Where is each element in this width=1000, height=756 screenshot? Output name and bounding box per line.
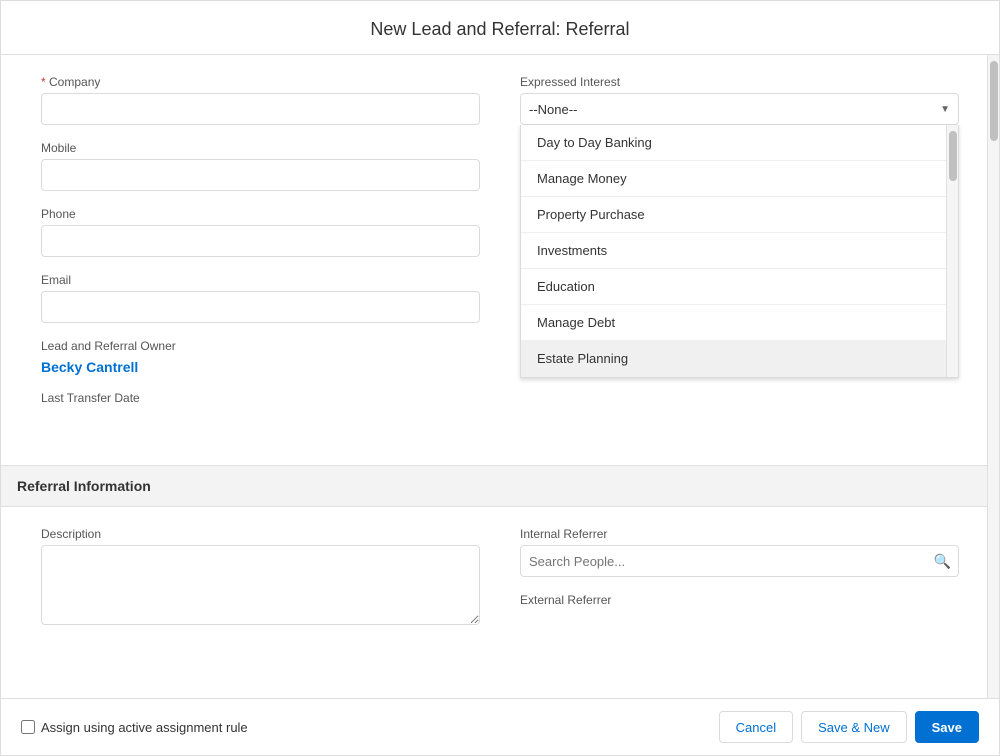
modal-scrollbar-track[interactable]: [987, 55, 999, 698]
dropdown-item-manage-debt[interactable]: Manage Debt: [521, 305, 958, 341]
modal-body: Company Mobile Phone Email Lead and Refe: [1, 55, 999, 698]
dropdown-list: Day to Day Banking Manage Money Property…: [520, 125, 959, 378]
dropdown-item-investments[interactable]: Investments: [521, 233, 958, 269]
modal-footer: Assign using active assignment rule Canc…: [1, 698, 999, 755]
dropdown-scrollbar-thumb[interactable]: [949, 131, 957, 181]
company-label: Company: [41, 75, 480, 89]
dropdown-item-estate-planning[interactable]: Estate Planning: [521, 341, 958, 377]
internal-referrer-input[interactable]: [520, 545, 959, 577]
dropdown-item-education[interactable]: Education: [521, 269, 958, 305]
modal-header: New Lead and Referral: Referral: [1, 1, 999, 55]
transfer-date-group: Last Transfer Date: [41, 391, 480, 429]
dropdown-item-property-purchase[interactable]: Property Purchase: [521, 197, 958, 233]
email-label: Email: [41, 273, 480, 287]
owner-label: Lead and Referral Owner: [41, 339, 480, 353]
phone-label: Phone: [41, 207, 480, 221]
modal-container: New Lead and Referral: Referral Company …: [0, 0, 1000, 756]
dropdown-list-inner: Day to Day Banking Manage Money Property…: [521, 125, 958, 377]
expressed-interest-label: Expressed Interest: [520, 75, 959, 89]
internal-referrer-label: Internal Referrer: [520, 527, 959, 541]
dropdown-trigger[interactable]: --None-- ▼: [520, 93, 959, 125]
company-input[interactable]: [41, 93, 480, 125]
internal-referrer-group: Internal Referrer 🔍: [520, 527, 959, 577]
dropdown-arrow-icon: ▼: [940, 104, 950, 115]
footer-right: Cancel Save & New Save: [719, 711, 979, 743]
referral-section-header: Referral Information: [1, 465, 999, 507]
phone-field-group: Phone: [41, 207, 480, 257]
referral-form-layout: Description Internal Referrer 🔍 External…: [41, 527, 959, 644]
phone-input[interactable]: [41, 225, 480, 257]
cancel-button[interactable]: Cancel: [719, 711, 793, 743]
expressed-interest-group: Expressed Interest --None-- ▼: [520, 75, 959, 125]
search-icon[interactable]: 🔍: [934, 553, 951, 570]
form-right-column: Expressed Interest --None-- ▼: [520, 75, 959, 445]
email-field-group: Email: [41, 273, 480, 323]
mobile-label: Mobile: [41, 141, 480, 155]
email-input[interactable]: [41, 291, 480, 323]
dropdown-scrollbar-track[interactable]: [946, 125, 958, 377]
dropdown-item-manage-money[interactable]: Manage Money: [521, 161, 958, 197]
referral-section-title: Referral Information: [17, 478, 151, 494]
footer-left: Assign using active assignment rule: [21, 720, 248, 735]
assignment-rule-checkbox-label[interactable]: Assign using active assignment rule: [21, 720, 248, 735]
owner-field-group: Lead and Referral Owner Becky Cantrell: [41, 339, 480, 375]
external-referrer-label: External Referrer: [520, 593, 959, 607]
assignment-rule-checkbox[interactable]: [21, 720, 35, 734]
external-referrer-group: External Referrer: [520, 593, 959, 607]
dropdown-item-day-to-day-banking[interactable]: Day to Day Banking: [521, 125, 958, 161]
modal-scrollbar-thumb[interactable]: [990, 61, 998, 141]
description-label: Description: [41, 527, 480, 541]
referral-section: Referral Information Description Interna…: [41, 465, 959, 644]
save-button[interactable]: Save: [915, 711, 979, 743]
referral-left-column: Description: [41, 527, 480, 644]
company-field-group: Company: [41, 75, 480, 125]
assignment-rule-label: Assign using active assignment rule: [41, 720, 248, 735]
owner-value[interactable]: Becky Cantrell: [41, 357, 480, 375]
expressed-interest-dropdown: --None-- ▼ Day to Day Banking: [520, 93, 959, 125]
transfer-date-value: [41, 409, 480, 429]
description-textarea[interactable]: [41, 545, 480, 625]
dropdown-selected-value: --None--: [529, 102, 577, 117]
transfer-date-label: Last Transfer Date: [41, 391, 480, 405]
referral-right-column: Internal Referrer 🔍 External Referrer: [520, 527, 959, 644]
mobile-input[interactable]: [41, 159, 480, 191]
save-new-button[interactable]: Save & New: [801, 711, 907, 743]
modal-title: New Lead and Referral: Referral: [370, 19, 629, 39]
internal-referrer-search-wrapper: 🔍: [520, 545, 959, 577]
description-field-group: Description: [41, 527, 480, 628]
mobile-field-group: Mobile: [41, 141, 480, 191]
form-layout: Company Mobile Phone Email Lead and Refe: [41, 75, 959, 445]
form-left-column: Company Mobile Phone Email Lead and Refe: [41, 75, 480, 445]
